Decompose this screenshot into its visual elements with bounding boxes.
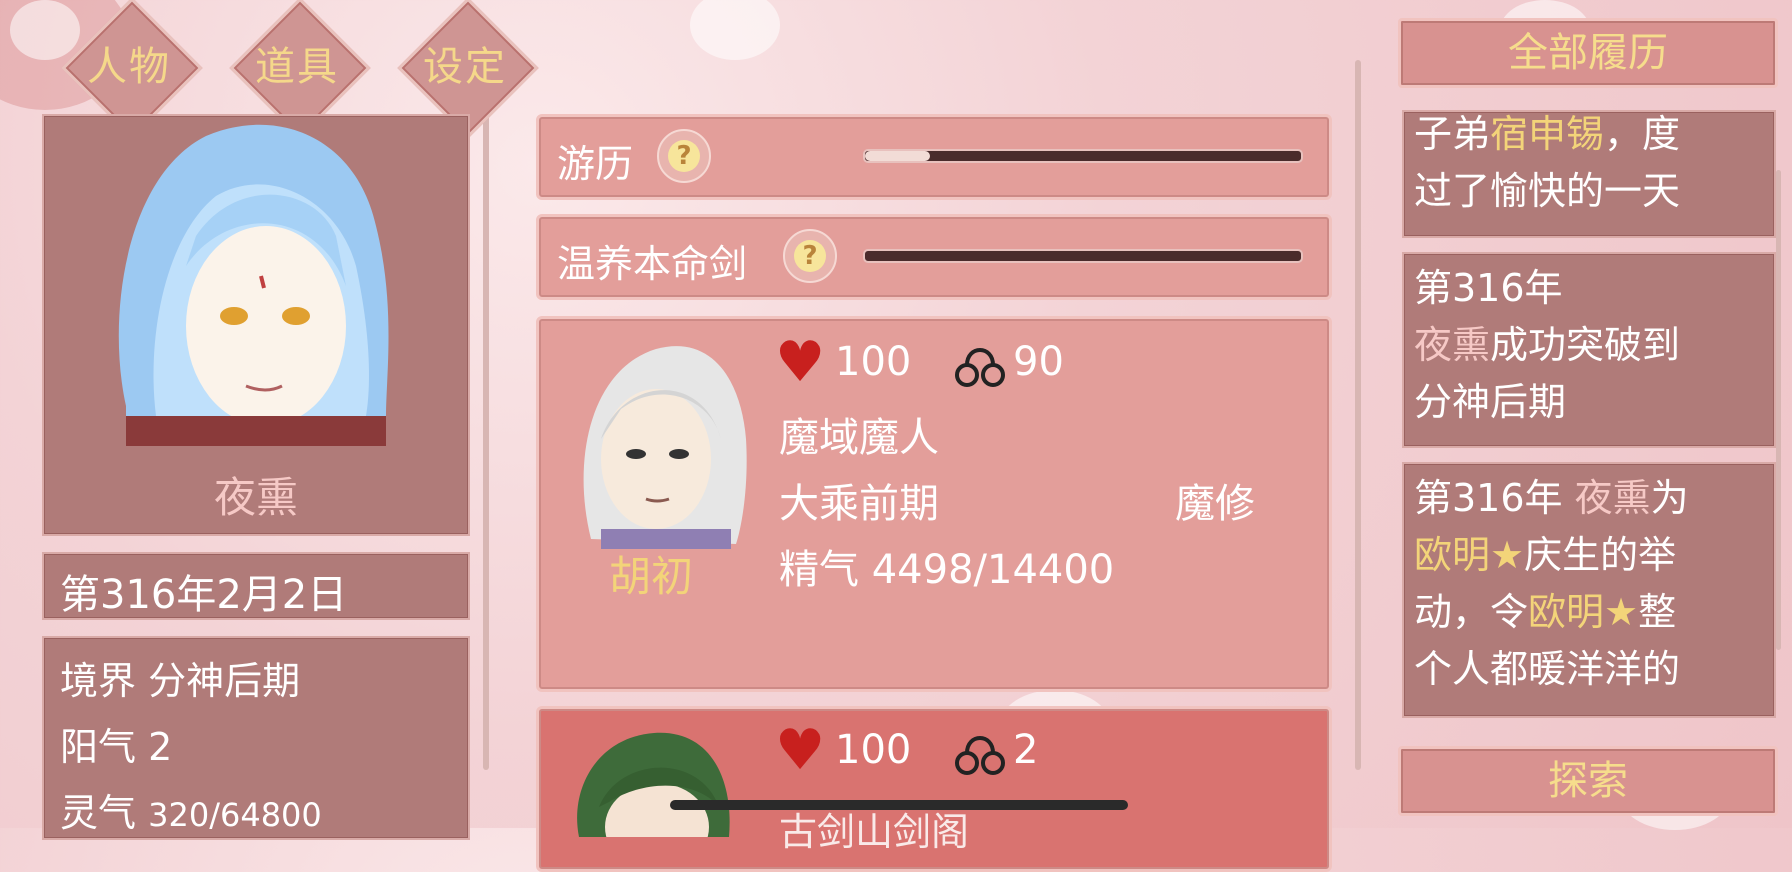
history-text: 动，令: [1414, 590, 1529, 634]
realm-row: 境界 分神后期: [60, 650, 300, 705]
history-text: 个人都暖洋洋的: [1414, 647, 1681, 691]
history-character-name: 夜熏: [1574, 476, 1651, 520]
tab-characters-label: 人物: [87, 44, 171, 90]
player-stats-panel: 境界 分神后期 阳气 2 灵气 320/64800: [42, 636, 470, 840]
spirit-label: 灵气: [60, 791, 137, 835]
yang-label: 阳气: [60, 725, 137, 769]
npc-hp: 100: [835, 727, 912, 773]
npc-card[interactable]: ♥ 100 2 古剑山剑阁: [536, 706, 1332, 872]
npc-name: 胡初: [609, 552, 694, 601]
yang-row: 阳气 2: [60, 716, 172, 771]
tab-items-label: 道具: [255, 44, 339, 90]
home-indicator[interactable]: [670, 800, 1128, 810]
tab-settings[interactable]: 设定: [397, 0, 539, 139]
npc-origin: 魔域魔人: [779, 415, 939, 461]
history-character-name: 夜熏: [1414, 323, 1491, 367]
spirit-row: 灵气 320/64800: [60, 782, 322, 837]
history-text: 庆生的举: [1524, 533, 1677, 577]
history-scrollbar[interactable]: [1355, 60, 1361, 770]
history-text: 分神后期: [1414, 380, 1567, 424]
date-panel: 第316年2月2日: [42, 552, 470, 620]
activity-sword[interactable]: 温养本命剑 ?: [536, 214, 1332, 300]
current-date: 第316年2月2日: [60, 572, 348, 618]
player-name: 夜熏: [213, 473, 298, 522]
history-character-name: 宿申锡: [1490, 112, 1605, 156]
heart-icon: ♥: [775, 718, 826, 783]
question-icon[interactable]: ?: [783, 229, 837, 283]
spirit-value: 320/64800: [148, 796, 322, 834]
travel-progress-bar: [863, 149, 1303, 163]
travel-progress-fill: [865, 151, 931, 161]
realm-label: 境界: [60, 659, 137, 703]
npc-stage: 大乘前期: [779, 481, 939, 527]
history-text: ，度: [1604, 112, 1681, 156]
player-portrait: [118, 124, 389, 446]
question-icon[interactable]: ?: [657, 129, 711, 183]
npc-portrait: [583, 346, 747, 549]
left-scrollbar[interactable]: [483, 110, 489, 770]
npc-essence-value: 4498/14400: [871, 547, 1115, 593]
player-portrait-panel[interactable]: 夜熏: [42, 114, 470, 536]
history-text: 第316年: [1414, 476, 1575, 520]
explore-button[interactable]: 探索: [1398, 746, 1778, 816]
history-text: 成功突破到: [1490, 323, 1681, 367]
yang-value: 2: [148, 725, 173, 769]
history-text: 子弟: [1414, 112, 1491, 156]
activity-sword-label: 温养本命剑: [557, 242, 748, 286]
all-history-button[interactable]: 全部履历: [1398, 18, 1778, 88]
activity-travel-label: 游历: [557, 142, 634, 186]
tab-items[interactable]: 道具: [229, 0, 371, 139]
tab-characters[interactable]: 人物: [61, 0, 203, 139]
heart-icon: ♥: [775, 330, 826, 395]
npc-bond: 90: [1013, 339, 1064, 385]
history-scroll-track[interactable]: [1776, 170, 1781, 650]
npc-card[interactable]: 胡初 ♥ 100 90 魔域魔人 大乘前期 魔修 精气 4498/14400: [536, 316, 1332, 692]
history-text: 过了愉快的一天: [1414, 169, 1681, 213]
npc-portrait: [577, 732, 730, 837]
history-entry: 子弟宿申锡，度 过了愉快的一天: [1402, 110, 1776, 238]
history-entry: 第316年 夜熏成功突破到 分神后期: [1402, 252, 1776, 448]
history-text: 为: [1650, 476, 1689, 520]
history-text: 第316年: [1414, 266, 1563, 310]
history-entry: 第316年 夜熏为 欧明★庆生的举 动，令欧明★整 个人都暖洋洋的: [1402, 462, 1776, 718]
npc-hp: 100: [835, 339, 912, 385]
handcuffs-icon: [955, 736, 1005, 775]
history-text: 整: [1638, 590, 1677, 634]
tab-settings-label: 设定: [423, 44, 507, 90]
history-character-name: 欧明★: [1414, 533, 1525, 577]
handcuffs-icon: [955, 348, 1005, 387]
npc-essence-label: 精气: [779, 547, 859, 593]
npc-bond: 2: [1013, 727, 1039, 773]
sword-progress-bar: [863, 249, 1303, 263]
npc-essence: 精气 4498/14400: [779, 537, 1114, 595]
activity-travel[interactable]: 游历 ?: [536, 114, 1332, 200]
npc-path: 魔修: [1175, 481, 1255, 527]
realm-value: 分神后期: [148, 659, 301, 703]
history-character-name: 欧明★: [1528, 590, 1639, 634]
